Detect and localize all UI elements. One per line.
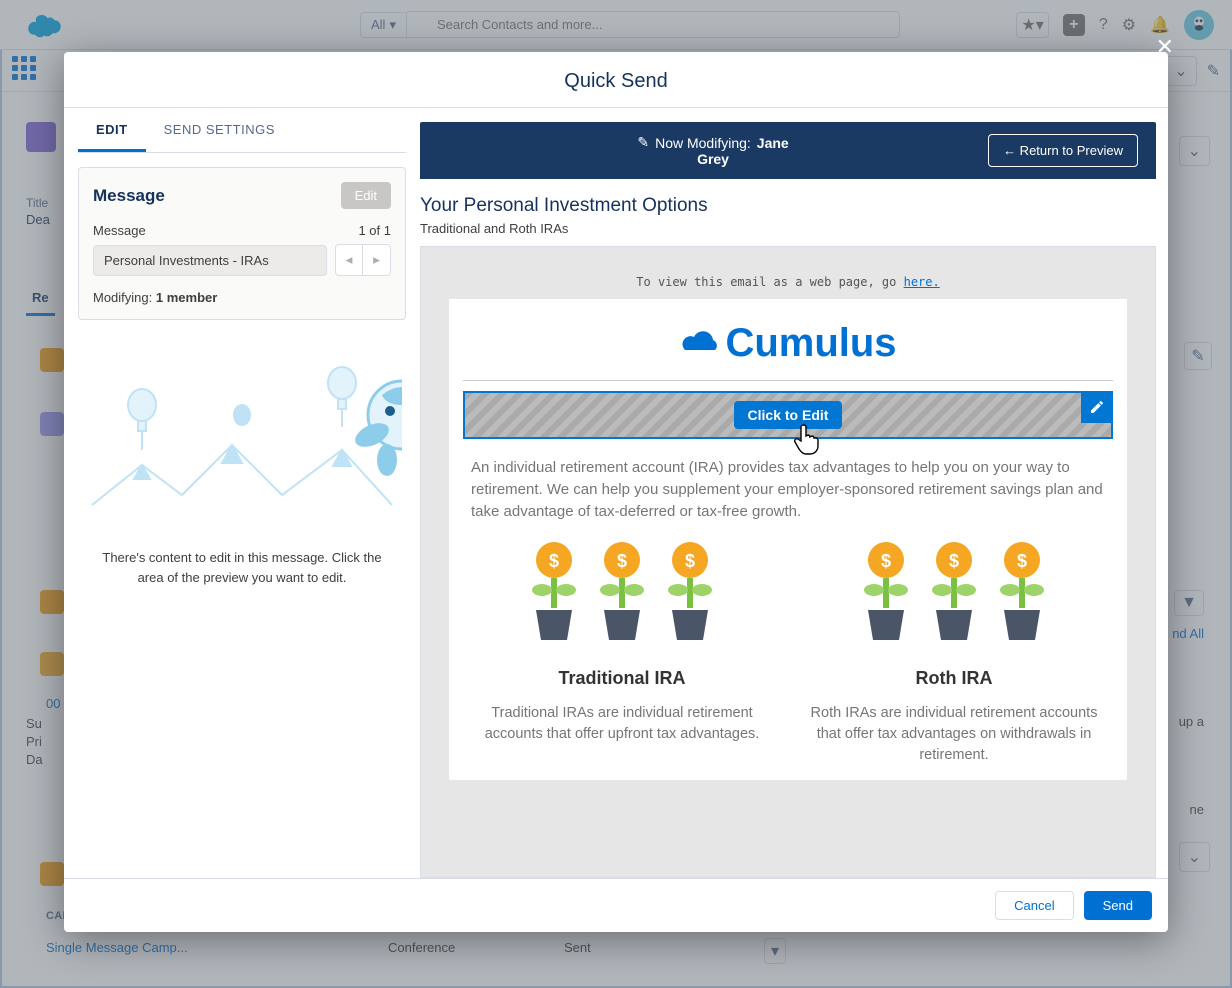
tab-edit[interactable]: EDIT [78,108,146,152]
col1-title: Traditional IRA [471,668,773,689]
top-link[interactable]: here. [904,275,940,289]
email-intro: An individual retirement account (IRA) p… [449,453,1127,540]
svg-text:$: $ [881,551,891,571]
plant-icons: $ $ $ [471,540,773,650]
edit-panel: EDIT SEND SETTINGS Message Edit Message … [64,108,420,878]
preview-panel: ✎ Now Modifying: Jane Grey ← Return to P… [420,108,1168,878]
preview-subtitle: Traditional and Roth IRAs [420,221,1156,236]
roth-ira-col: $ $ $ Roth IRA Roth IRAs are individual … [803,540,1105,766]
modal-title: Quick Send [64,52,1168,108]
now-modifying-label: Now Modifying: [655,135,751,151]
svg-text:$: $ [549,551,559,571]
message-label: Message [93,223,146,238]
svg-text:$: $ [949,551,959,571]
modal-footer: Cancel Send [64,878,1168,932]
pencil-icon: ✎ [637,134,649,151]
preview-header: ✎ Now Modifying: Jane Grey ← Return to P… [420,122,1156,179]
traditional-ira-col: $ $ $ Traditional IRA Traditional IRAs a… [471,540,773,766]
editable-content-zone[interactable]: Click to Edit [463,391,1113,439]
now-modifying-name-first: Jane [757,135,789,151]
quick-send-modal: ✕ Quick Send EDIT SEND SETTINGS Message … [64,52,1168,932]
message-heading: Message [93,186,165,206]
message-counter: 1 of 1 [358,223,391,238]
svg-text:$: $ [617,551,627,571]
brand-text: Cumulus [725,321,896,366]
tab-send-settings[interactable]: SEND SETTINGS [146,108,293,152]
preview-meta: Your Personal Investment Options Traditi… [420,179,1156,246]
svg-text:$: $ [1017,551,1027,571]
next-button[interactable]: ▸ [363,244,391,276]
email-preview-frame[interactable]: To view this email as a web page, go her… [420,246,1156,878]
cancel-button[interactable]: Cancel [995,891,1073,920]
ira-columns: $ $ $ Traditional IRA Traditional IRAs a… [449,540,1127,766]
edit-badge-pencil-icon[interactable] [1081,391,1113,423]
modifying-value: 1 member [156,290,217,305]
modifying-row: Modifying: 1 member [93,290,391,305]
message-select[interactable]: Personal Investments - IRAs [93,245,327,276]
modifying-label: Modifying: [93,290,152,305]
click-to-edit-button[interactable]: Click to Edit [734,401,843,429]
send-button[interactable]: Send [1084,891,1152,920]
hint-text: There's content to edit in this message.… [78,548,406,587]
close-icon[interactable]: ✕ [1156,34,1174,60]
col2-title: Roth IRA [803,668,1105,689]
cloud-icon [679,328,723,360]
edit-message-button[interactable]: Edit [341,182,391,209]
col1-body: Traditional IRAs are individual retireme… [471,703,773,745]
message-pager: ◂ ▸ [335,244,391,276]
col2-body: Roth IRAs are individual retirement acco… [803,703,1105,766]
return-to-preview-button[interactable]: ← Return to Preview [988,134,1138,167]
prev-button[interactable]: ◂ [335,244,363,276]
brand-logo: Cumulus [449,313,1127,376]
message-card: Message Edit Message 1 of 1 Personal Inv… [78,167,406,320]
top-link-prefix: To view this email as a web page, go [636,275,903,289]
divider [463,380,1113,381]
view-as-webpage: To view this email as a web page, go her… [435,261,1141,299]
illustration [78,350,406,530]
panel-tabs: EDIT SEND SETTINGS [78,108,406,153]
now-modifying-name-last: Grey [697,151,729,167]
preview-title: Your Personal Investment Options [420,195,1156,217]
svg-text:$: $ [685,551,695,571]
plant-icons: $ $ $ [803,540,1105,650]
